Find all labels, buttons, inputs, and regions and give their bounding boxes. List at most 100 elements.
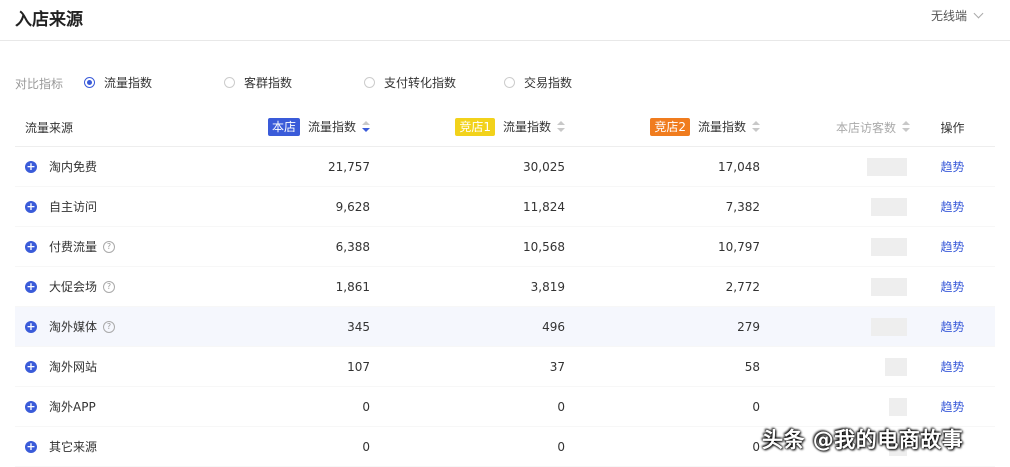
source-cell: + 淘外APP — [15, 386, 175, 427]
comp1-traffic-value: 496 — [370, 306, 565, 347]
col-own-traffic[interactable]: 本店 流量指数 — [175, 108, 370, 147]
comp2-traffic-value: 7,382 — [565, 186, 760, 227]
sort-icon — [557, 120, 565, 133]
own-traffic-value: 0 — [175, 386, 370, 427]
col-visitors-label: 本店访客数 — [835, 120, 896, 135]
masked-value — [885, 357, 907, 376]
source-cell: + 淘内免费 — [15, 146, 175, 187]
source-cell: + 淘外网站 — [15, 346, 175, 387]
trend-link[interactable]: 趋势 — [910, 146, 995, 187]
radio-empty-icon — [224, 77, 235, 88]
expand-plus-icon[interactable]: + — [25, 360, 37, 373]
masked-value — [871, 197, 907, 216]
own-store-tag: 本店 — [267, 118, 300, 136]
masked-value — [871, 237, 907, 256]
source-cell: + 淘外媒体? — [15, 306, 175, 347]
comp1-traffic-value: 37 — [370, 346, 565, 387]
masked-value — [889, 397, 907, 416]
expand-plus-icon[interactable]: + — [25, 240, 37, 253]
own-traffic-value: 0 — [175, 426, 370, 467]
own-traffic-value: 9,628 — [175, 186, 370, 227]
comp2-traffic-value: 2,772 — [565, 266, 760, 307]
trend-link[interactable]: 趋势 — [910, 186, 995, 227]
own-traffic-value: 107 — [175, 346, 370, 387]
comp2-traffic-value: 0 — [565, 426, 760, 467]
expand-plus-icon[interactable]: + — [25, 320, 37, 333]
radio-customer-index[interactable]: 客群指数 — [224, 74, 292, 91]
table-row: + 自主访问 9,628 11,824 7,382 趋势 — [15, 186, 995, 227]
comp2-traffic-value: 279 — [565, 306, 760, 347]
trend-link[interactable]: 趋势 — [910, 346, 995, 387]
trend-link[interactable]: 趋势 — [910, 306, 995, 347]
comp1-traffic-value: 30,025 — [370, 146, 565, 187]
masked-value — [871, 277, 907, 296]
own-visitors-cell — [760, 146, 910, 187]
radio-label: 交易指数 — [524, 76, 573, 90]
source-cell: + 其它来源 — [15, 426, 175, 467]
comp2-traffic-value: 58 — [565, 346, 760, 387]
sort-icon — [752, 120, 760, 133]
page-header: 入店来源 无线端 — [0, 0, 1010, 41]
comp1-traffic-value: 0 — [370, 426, 565, 467]
chevron-down-icon — [973, 8, 984, 19]
col-source: 流量来源 — [15, 108, 175, 147]
table-row: + 淘外APP 0 0 0 趋势 — [15, 386, 995, 427]
table-row: + 付费流量? 6,388 10,568 10,797 趋势 — [15, 226, 995, 267]
own-visitors-cell — [760, 186, 910, 227]
help-icon[interactable]: ? — [103, 280, 116, 293]
comp1-traffic-value: 11,824 — [370, 186, 565, 227]
own-traffic-value: 21,757 — [175, 146, 370, 187]
comp2-traffic-value: 10,797 — [565, 226, 760, 267]
comp2-traffic-value: 17,048 — [565, 146, 760, 187]
expand-plus-icon[interactable]: + — [25, 440, 37, 453]
radio-label: 流量指数 — [104, 76, 153, 90]
compare-metric-group: 对比指标 流量指数 客群指数 支付转化指数 交易指数 — [15, 74, 995, 92]
own-traffic-value: 6,388 — [175, 226, 370, 267]
col-own-visitors[interactable]: 本店访客数 — [760, 108, 910, 147]
source-name: 大促会场 — [49, 280, 98, 294]
competitor1-tag: 竞店1 — [455, 118, 495, 136]
radio-payment-conversion-index[interactable]: 支付转化指数 — [364, 74, 456, 91]
own-visitors-cell — [760, 266, 910, 307]
help-icon[interactable]: ? — [103, 320, 116, 333]
source-name: 自主访问 — [49, 200, 98, 214]
radio-empty-icon — [504, 77, 515, 88]
expand-plus-icon[interactable]: + — [25, 280, 37, 293]
expand-plus-icon[interactable]: + — [25, 400, 37, 413]
compare-label: 对比指标 — [15, 77, 64, 91]
competitor2-tag: 竞店2 — [650, 118, 690, 136]
trend-link[interactable]: 趋势 — [910, 386, 995, 427]
source-cell: + 自主访问 — [15, 186, 175, 227]
table-header-row: 流量来源 本店 流量指数 竞店1 流量指数 竞店2 流量指数 本店访客数 操作 — [15, 108, 995, 147]
radio-traffic-index[interactable]: 流量指数 — [84, 74, 152, 91]
trend-link[interactable]: 趋势 — [910, 226, 995, 267]
radio-empty-icon — [364, 77, 375, 88]
source-name: 淘外媒体 — [49, 320, 98, 334]
source-name: 付费流量 — [49, 240, 98, 254]
sort-icon — [902, 121, 910, 133]
radio-transaction-index[interactable]: 交易指数 — [504, 74, 572, 91]
sort-desc-icon — [362, 120, 370, 133]
own-visitors-cell — [760, 386, 910, 427]
table-row: + 淘内免费 21,757 30,025 17,048 趋势 — [15, 146, 995, 187]
col-comp2-traffic[interactable]: 竞店2 流量指数 — [565, 108, 760, 147]
col-metric-label: 流量指数 — [307, 120, 356, 134]
own-traffic-value: 345 — [175, 306, 370, 347]
source-cell: + 大促会场? — [15, 266, 175, 307]
comp2-traffic-value: 0 — [565, 386, 760, 427]
expand-plus-icon[interactable]: + — [25, 160, 37, 173]
source-name: 淘内免费 — [49, 160, 98, 174]
table-row: + 淘外网站 107 37 58 趋势 — [15, 346, 995, 387]
device-select[interactable]: 无线端 — [930, 7, 984, 24]
source-name: 淘外APP — [49, 400, 96, 414]
watermark: 头条 @我的电商故事 — [762, 428, 964, 452]
source-name: 其它来源 — [49, 440, 98, 454]
table-row: + 淘外媒体? 345 496 279 趋势 — [15, 306, 995, 347]
expand-plus-icon[interactable]: + — [25, 200, 37, 213]
source-name: 淘外网站 — [49, 360, 98, 374]
device-select-label: 无线端 — [930, 9, 967, 23]
help-icon[interactable]: ? — [103, 240, 116, 253]
comp1-traffic-value: 0 — [370, 386, 565, 427]
trend-link[interactable]: 趋势 — [910, 266, 995, 307]
col-comp1-traffic[interactable]: 竞店1 流量指数 — [370, 108, 565, 147]
